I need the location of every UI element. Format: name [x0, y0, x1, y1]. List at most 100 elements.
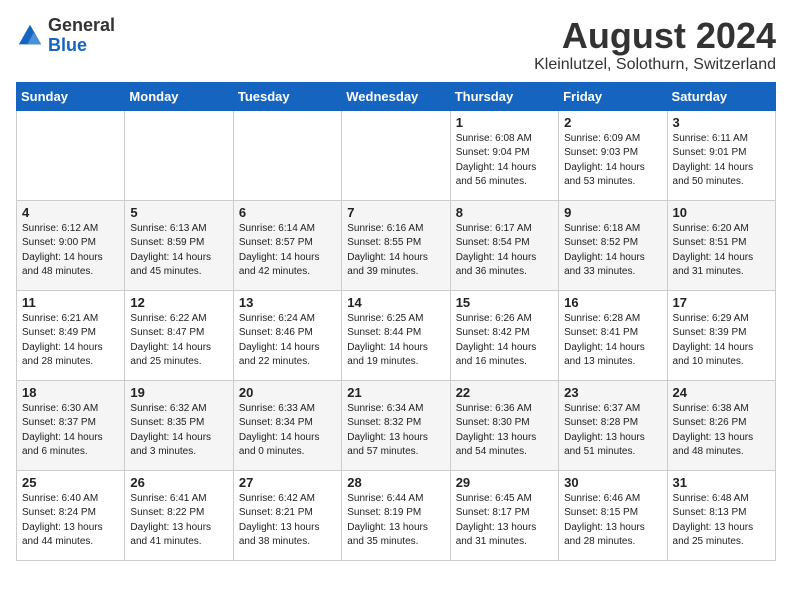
- day-cell: 30Sunrise: 6:46 AM Sunset: 8:15 PM Dayli…: [559, 470, 667, 560]
- week-row-4: 18Sunrise: 6:30 AM Sunset: 8:37 PM Dayli…: [17, 380, 776, 470]
- day-number: 27: [239, 475, 336, 490]
- day-info: Sunrise: 6:34 AM Sunset: 8:32 PM Dayligh…: [347, 402, 444, 460]
- day-info: Sunrise: 6:14 AM Sunset: 8:57 PM Dayligh…: [239, 222, 336, 280]
- day-info: Sunrise: 6:18 AM Sunset: 8:52 PM Dayligh…: [564, 222, 661, 280]
- week-row-2: 4Sunrise: 6:12 AM Sunset: 9:00 PM Daylig…: [17, 200, 776, 290]
- title-area: August 2024 Kleinlutzel, Solothurn, Swit…: [534, 16, 776, 74]
- day-cell: 3Sunrise: 6:11 AM Sunset: 9:01 PM Daylig…: [667, 110, 775, 200]
- day-cell: 18Sunrise: 6:30 AM Sunset: 8:37 PM Dayli…: [17, 380, 125, 470]
- day-info: Sunrise: 6:22 AM Sunset: 8:47 PM Dayligh…: [130, 312, 227, 370]
- day-cell: 26Sunrise: 6:41 AM Sunset: 8:22 PM Dayli…: [125, 470, 233, 560]
- day-cell: [233, 110, 341, 200]
- day-cell: 4Sunrise: 6:12 AM Sunset: 9:00 PM Daylig…: [17, 200, 125, 290]
- day-cell: 25Sunrise: 6:40 AM Sunset: 8:24 PM Dayli…: [17, 470, 125, 560]
- day-number: 22: [456, 385, 553, 400]
- day-number: 10: [673, 205, 770, 220]
- logo: General Blue: [16, 16, 115, 56]
- header-sunday: Sunday: [17, 82, 125, 110]
- day-cell: 8 Sunrise: 6:17 AM Sunset: 8:54 PM Daylig…: [450, 200, 558, 290]
- day-cell: 13 Sunrise: 6:24 AM Sunset: 8:46 PM Dayli…: [233, 290, 341, 380]
- day-info: Sunrise: 6:16 AM Sunset: 8:55 PM Dayligh…: [347, 222, 444, 280]
- day-cell: 6 Sunrise: 6:14 AM Sunset: 8:57 PM Daylig…: [233, 200, 341, 290]
- month-title: August 2024: [534, 16, 776, 56]
- location-title: Kleinlutzel, Solothurn, Switzerland: [534, 56, 776, 74]
- day-number: 30: [564, 475, 661, 490]
- day-cell: 10 Sunrise: 6:20 AM Sunset: 8:51 PM Dayli…: [667, 200, 775, 290]
- day-cell: 27 Sunrise: 6:42 AM Sunset: 8:21 PM Dayli…: [233, 470, 341, 560]
- day-info: Sunrise: 6:36 AM Sunset: 8:30 PM Dayligh…: [456, 402, 553, 460]
- day-number: 9: [564, 205, 661, 220]
- day-number: 31: [673, 475, 770, 490]
- day-info: Sunrise: 6:26 AM Sunset: 8:42 PM Dayligh…: [456, 312, 553, 370]
- day-number: 14: [347, 295, 444, 310]
- day-info: Sunrise: 6:41 AM Sunset: 8:22 PM Dayligh…: [130, 492, 227, 550]
- day-number: 12: [130, 295, 227, 310]
- day-info: Sunrise: 6:20 AM Sunset: 8:51 PM Dayligh…: [673, 222, 770, 280]
- day-info: Sunrise: 6:38 AM Sunset: 8:26 PM Dayligh…: [673, 402, 770, 460]
- logo-text: General Blue: [48, 16, 115, 56]
- day-cell: [17, 110, 125, 200]
- day-cell: [342, 110, 450, 200]
- day-number: 11: [22, 295, 119, 310]
- day-number: 16: [564, 295, 661, 310]
- calendar-table: SundayMondayTuesdayWednesdayThursdayFrid…: [16, 82, 776, 561]
- day-info: Sunrise: 6:44 AM Sunset: 8:19 PM Dayligh…: [347, 492, 444, 550]
- header-thursday: Thursday: [450, 82, 558, 110]
- header-tuesday: Tuesday: [233, 82, 341, 110]
- day-info: Sunrise: 6:28 AM Sunset: 8:41 PM Dayligh…: [564, 312, 661, 370]
- header-wednesday: Wednesday: [342, 82, 450, 110]
- day-info: Sunrise: 6:32 AM Sunset: 8:35 PM Dayligh…: [130, 402, 227, 460]
- day-cell: 11 Sunrise: 6:21 AM Sunset: 8:49 PM Dayli…: [17, 290, 125, 380]
- day-cell: 29 Sunrise: 6:45 AM Sunset: 8:17 PM Dayli…: [450, 470, 558, 560]
- day-cell: 21 Sunrise: 6:34 AM Sunset: 8:32 PM Dayli…: [342, 380, 450, 470]
- day-info: Sunrise: 6:40 AM Sunset: 8:24 PM Dayligh…: [22, 492, 119, 550]
- logo-icon: [16, 22, 44, 50]
- day-number: 21: [347, 385, 444, 400]
- day-number: 15: [456, 295, 553, 310]
- header-monday: Monday: [125, 82, 233, 110]
- day-info: Sunrise: 6:48 AM Sunset: 8:13 PM Dayligh…: [673, 492, 770, 550]
- day-info: Sunrise: 6:21 AM Sunset: 8:49 PM Dayligh…: [22, 312, 119, 370]
- day-cell: 16 Sunrise: 6:28 AM Sunset: 8:41 PM Dayli…: [559, 290, 667, 380]
- day-cell: 17 Sunrise: 6:29 AM Sunset: 8:39 PM Dayli…: [667, 290, 775, 380]
- day-cell: 7 Sunrise: 6:16 AM Sunset: 8:55 PM Daylig…: [342, 200, 450, 290]
- day-info: Sunrise: 6:42 AM Sunset: 8:21 PM Dayligh…: [239, 492, 336, 550]
- day-cell: 1Sunrise: 6:08 AM Sunset: 9:04 PM Daylig…: [450, 110, 558, 200]
- day-number: 19: [130, 385, 227, 400]
- day-info: Sunrise: 6:30 AM Sunset: 8:37 PM Dayligh…: [22, 402, 119, 460]
- week-row-5: 25Sunrise: 6:40 AM Sunset: 8:24 PM Dayli…: [17, 470, 776, 560]
- day-info: Sunrise: 6:17 AM Sunset: 8:54 PM Dayligh…: [456, 222, 553, 280]
- day-cell: 14 Sunrise: 6:25 AM Sunset: 8:44 PM Dayli…: [342, 290, 450, 380]
- day-number: 13: [239, 295, 336, 310]
- day-cell: 20Sunrise: 6:33 AM Sunset: 8:34 PM Dayli…: [233, 380, 341, 470]
- day-info: Sunrise: 6:24 AM Sunset: 8:46 PM Dayligh…: [239, 312, 336, 370]
- day-cell: 22 Sunrise: 6:36 AM Sunset: 8:30 PM Dayli…: [450, 380, 558, 470]
- day-cell: 31 Sunrise: 6:48 AM Sunset: 8:13 PM Dayli…: [667, 470, 775, 560]
- day-cell: 23 Sunrise: 6:37 AM Sunset: 8:28 PM Dayli…: [559, 380, 667, 470]
- day-number: 23: [564, 385, 661, 400]
- day-info: Sunrise: 6:29 AM Sunset: 8:39 PM Dayligh…: [673, 312, 770, 370]
- day-info: Sunrise: 6:09 AM Sunset: 9:03 PM Dayligh…: [564, 132, 661, 190]
- day-number: 17: [673, 295, 770, 310]
- header-saturday: Saturday: [667, 82, 775, 110]
- day-cell: 24Sunrise: 6:38 AM Sunset: 8:26 PM Dayli…: [667, 380, 775, 470]
- day-number: 5: [130, 205, 227, 220]
- day-number: 6: [239, 205, 336, 220]
- day-number: 7: [347, 205, 444, 220]
- day-cell: 5Sunrise: 6:13 AM Sunset: 8:59 PM Daylig…: [125, 200, 233, 290]
- header-friday: Friday: [559, 82, 667, 110]
- day-cell: [125, 110, 233, 200]
- day-info: Sunrise: 6:37 AM Sunset: 8:28 PM Dayligh…: [564, 402, 661, 460]
- day-number: 20: [239, 385, 336, 400]
- day-number: 2: [564, 115, 661, 130]
- day-info: Sunrise: 6:45 AM Sunset: 8:17 PM Dayligh…: [456, 492, 553, 550]
- day-info: Sunrise: 6:25 AM Sunset: 8:44 PM Dayligh…: [347, 312, 444, 370]
- day-number: 8: [456, 205, 553, 220]
- day-cell: 15 Sunrise: 6:26 AM Sunset: 8:42 PM Dayli…: [450, 290, 558, 380]
- header: General Blue August 2024 Kleinlutzel, So…: [16, 16, 776, 74]
- day-number: 28: [347, 475, 444, 490]
- day-number: 29: [456, 475, 553, 490]
- day-info: Sunrise: 6:12 AM Sunset: 9:00 PM Dayligh…: [22, 222, 119, 280]
- week-row-3: 11 Sunrise: 6:21 AM Sunset: 8:49 PM Dayli…: [17, 290, 776, 380]
- day-info: Sunrise: 6:08 AM Sunset: 9:04 PM Dayligh…: [456, 132, 553, 190]
